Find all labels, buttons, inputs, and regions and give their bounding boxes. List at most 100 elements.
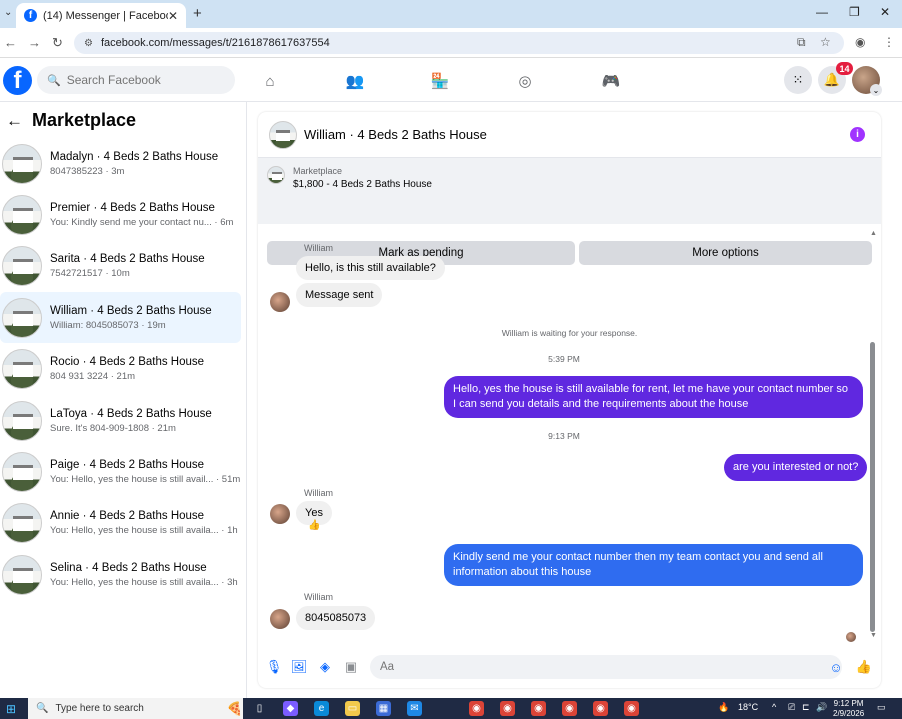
photo-icon[interactable]: 🖼 xyxy=(291,659,308,675)
chrome-icon[interactable]: ◉ xyxy=(593,701,608,716)
conversation-info: Selina · 4 Beds 2 Baths House You: Hello,… xyxy=(50,562,238,588)
conversation-name: William · 4 Beds 2 Baths House xyxy=(50,304,212,317)
network-icon[interactable]: ⎚ xyxy=(788,702,795,713)
task-view-icon[interactable]: ▯ xyxy=(252,701,267,716)
weather-icon[interactable]: 🔥 xyxy=(718,702,729,713)
conversation-info: Paige · 4 Beds 2 Baths House You: Hello, … xyxy=(50,459,240,485)
message-composer: 🎙 🖼 ◈ ▣ ☺ 👍 xyxy=(258,652,881,682)
chrome-icon[interactable]: ◉ xyxy=(531,701,546,716)
conversation-name: LaToya · 4 Beds 2 Baths House xyxy=(50,407,212,420)
close-window-button[interactable]: ✕ xyxy=(880,5,890,19)
conversation-item[interactable]: Sarita · 4 Beds 2 Baths House 7542721517 … xyxy=(0,241,241,292)
conversation-info: Madalyn · 4 Beds 2 Baths House 8047385223… xyxy=(50,151,218,177)
tray-chevron-icon[interactable]: ^ xyxy=(772,702,776,712)
info-icon[interactable]: i xyxy=(850,127,865,142)
conversation-item[interactable]: William · 4 Beds 2 Baths House William: 8… xyxy=(0,292,241,344)
like-thumbs-up-icon[interactable]: 👍 xyxy=(856,659,872,675)
volume-icon[interactable]: 🔊 xyxy=(816,702,827,713)
menu-grid-icon[interactable]: ⁙ xyxy=(784,66,812,94)
home-icon[interactable]: ⌂ xyxy=(260,71,280,91)
clock-date: 2/9/2026 xyxy=(833,709,865,718)
outgoing-message[interactable]: Hello, yes the house is still available … xyxy=(444,376,863,418)
conversation-info: Annie · 4 Beds 2 Baths House You: Hello, … xyxy=(50,510,238,536)
browser-tab[interactable]: f (14) Messenger | Facebook ✕ xyxy=(16,3,186,28)
conversation-item[interactable]: Premier · 4 Beds 2 Baths House You: Kindl… xyxy=(0,189,241,240)
taskbar-search[interactable]: 🔍 Type here to search 🍕 xyxy=(28,698,243,719)
forward-button[interactable]: → xyxy=(28,35,41,50)
outgoing-message[interactable]: Kindly send me your contact number then … xyxy=(444,544,863,586)
taskbar-search-text: Type here to search xyxy=(55,703,144,714)
waiting-notice: William is waiting for your response. xyxy=(501,328,638,338)
gif-icon[interactable]: ▣ xyxy=(343,659,359,675)
reload-button[interactable]: ↻ xyxy=(52,35,63,51)
tab-close-icon[interactable]: ✕ xyxy=(168,9,178,23)
conversation-item[interactable]: Madalyn · 4 Beds 2 Baths House 8047385223… xyxy=(0,138,241,189)
listing-thumbnail xyxy=(2,503,42,544)
avatar[interactable] xyxy=(270,292,290,312)
new-tab-button[interactable]: + xyxy=(193,5,202,22)
conversation-item[interactable]: Annie · 4 Beds 2 Baths House You: Hello, … xyxy=(0,498,241,549)
ethernet-icon[interactable]: ⊏ xyxy=(802,702,810,713)
search-box[interactable]: 🔍 xyxy=(37,66,235,94)
minimize-button[interactable]: — xyxy=(816,5,828,19)
chrome-icon[interactable]: ◉ xyxy=(562,701,577,716)
thumbs-up-reaction-icon[interactable]: 👍 xyxy=(308,520,320,531)
listing-title[interactable]: $1,800 - 4 Beds 2 Baths House xyxy=(293,179,432,190)
listing-thumbnail xyxy=(2,143,42,184)
profile-icon[interactable]: ◉ xyxy=(855,35,865,49)
site-info-icon[interactable]: ⚙ xyxy=(84,38,93,49)
listing-thumbnail-small[interactable] xyxy=(267,166,285,184)
search-input[interactable] xyxy=(66,73,217,87)
taskbar-clock[interactable]: 9:12 PM 2/9/2026 xyxy=(833,699,864,719)
scrollbar-thumb[interactable] xyxy=(870,342,875,632)
chrome-icon[interactable]: ◉ xyxy=(500,701,515,716)
chevron-down-icon[interactable]: ⌄ xyxy=(870,84,882,96)
chrome-icon[interactable]: ◉ xyxy=(624,701,639,716)
avatar[interactable] xyxy=(270,504,290,524)
sticker-icon[interactable]: ◈ xyxy=(317,659,333,675)
incoming-message[interactable]: 8045085073 xyxy=(296,606,376,630)
notification-center-icon[interactable]: ▭ xyxy=(877,702,886,713)
back-button[interactable]: ← xyxy=(4,35,17,50)
emoji-icon[interactable]: ☺ xyxy=(828,659,844,675)
conversation-preview: You: Hello, yes the house is still avail… xyxy=(50,576,238,588)
marketplace-panel: Marketplace $1,800 - 4 Beds 2 Baths Hous… xyxy=(258,158,881,265)
mail-icon[interactable]: ✉ xyxy=(407,701,422,716)
incoming-message[interactable]: Hello, is this still available? xyxy=(296,256,445,280)
url-field[interactable]: ⚙ facebook.com/messages/t/21618786176375… xyxy=(74,32,844,54)
back-arrow-icon[interactable]: ← xyxy=(6,111,23,131)
copilot-icon[interactable]: ◆ xyxy=(283,701,298,716)
groups-icon[interactable]: ◎ xyxy=(515,71,535,91)
listing-thumbnail[interactable] xyxy=(269,120,297,149)
scroll-up-icon[interactable]: ▲ xyxy=(870,230,877,237)
microphone-icon[interactable]: 🎙 xyxy=(266,659,283,675)
file-explorer-icon[interactable]: ▭ xyxy=(345,701,360,716)
avatar[interactable] xyxy=(270,609,290,629)
windows-start-icon[interactable]: ⊞ xyxy=(6,702,16,716)
conversation-item[interactable]: Paige · 4 Beds 2 Baths House You: Hello, … xyxy=(0,446,241,497)
edge-icon[interactable]: e xyxy=(314,701,329,716)
conversation-item[interactable]: LaToya · 4 Beds 2 Baths House Sure. It's … xyxy=(0,395,241,446)
conversation-item[interactable]: Rocio · 4 Beds 2 Baths House 804 931 3224… xyxy=(0,344,241,395)
chrome-icon[interactable]: ◉ xyxy=(469,701,484,716)
conversation-name: Sarita · 4 Beds 2 Baths House xyxy=(50,253,205,266)
marketplace-icon[interactable]: 🏪 xyxy=(430,71,450,91)
chat-title[interactable]: William · 4 Beds 2 Baths House xyxy=(304,127,487,142)
store-icon[interactable]: ▦ xyxy=(376,701,391,716)
incoming-message[interactable]: Message sent xyxy=(296,283,383,307)
message-input[interactable] xyxy=(370,655,842,679)
bookmark-star-icon[interactable]: ☆ xyxy=(820,35,831,49)
facebook-logo-icon[interactable]: f xyxy=(3,66,32,95)
browser-menu-icon[interactable]: ⋮ xyxy=(883,35,895,49)
friends-icon[interactable]: 👥 xyxy=(345,71,365,91)
scroll-down-icon[interactable]: ▼ xyxy=(870,632,877,639)
install-app-icon[interactable]: ⧉ xyxy=(797,35,806,50)
sender-name: William xyxy=(304,488,333,498)
temperature[interactable]: 18°C xyxy=(738,702,758,712)
restore-button[interactable]: ❐ xyxy=(849,5,860,19)
conversation-item[interactable]: Selina · 4 Beds 2 Baths House You: Hello,… xyxy=(0,549,241,600)
gaming-icon[interactable]: 🎮 xyxy=(601,71,621,91)
message-scrollbar[interactable]: ▲ ▼ xyxy=(870,230,877,640)
tab-search-icon[interactable]: ⌄ xyxy=(4,7,12,18)
outgoing-message[interactable]: are you interested or not? xyxy=(724,454,868,481)
